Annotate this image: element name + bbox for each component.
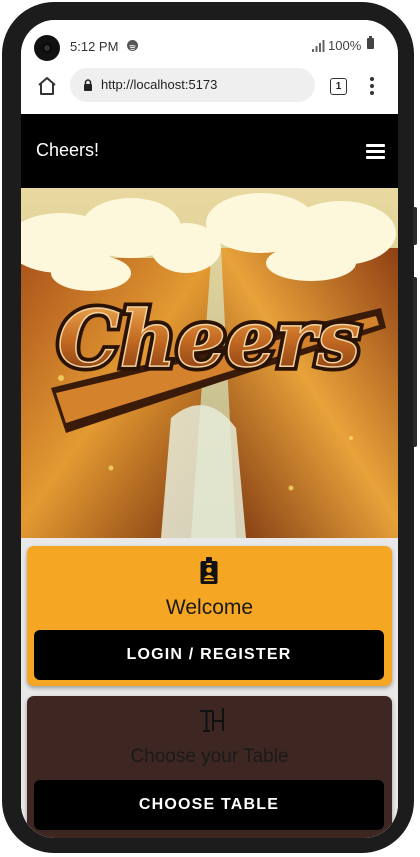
table-icon [200,708,224,732]
app-title: Cheers! [36,140,100,160]
hero-banner-image: Cheers Cheers [21,188,398,538]
power-button [413,207,417,245]
volume-button [413,277,417,447]
signal-icon [312,40,325,52]
browser-toolbar: http://localhost:5173 1 [21,64,398,114]
lock-icon [84,79,92,91]
address-bar[interactable]: http://localhost:5173 [70,68,315,102]
badge-icon [200,557,218,584]
battery-percent: 100% [328,38,362,53]
camera-icon [34,35,60,61]
choose-table-button[interactable]: CHOOSE TABLE [34,780,384,830]
choose-table-title: Choose your Table [130,746,289,767]
choose-table-card: Choose your Table CHOOSE TABLE [27,696,392,838]
status-time: 5:12 PM [70,39,119,54]
welcome-title: Welcome [165,596,254,619]
tab-switcher-button[interactable]: 1 [330,78,347,95]
app-header: Cheers! [21,114,398,188]
svg-text:Cheers: Cheers [57,294,360,385]
hamburger-menu-icon[interactable] [366,144,385,159]
welcome-card: Welcome LOGIN / REGISTER [27,546,392,686]
battery-icon [367,36,374,49]
cards-section: Welcome LOGIN / REGISTER Choose your Tab… [21,538,398,838]
beer-mugs-illustration: Cheers Cheers [21,188,398,538]
cheers-logo: Cheers Cheers [53,290,365,390]
login-register-button[interactable]: LOGIN / REGISTER [34,630,384,680]
url-text: http://localhost:5173 [101,77,218,92]
home-icon[interactable] [36,75,58,97]
spotify-icon [127,40,138,51]
phone-screen: 5:12 PM 100% http://localhost:5173 1 Che… [21,20,398,838]
status-bar: 5:12 PM 100% [21,20,398,64]
overflow-menu-icon[interactable] [370,77,374,95]
